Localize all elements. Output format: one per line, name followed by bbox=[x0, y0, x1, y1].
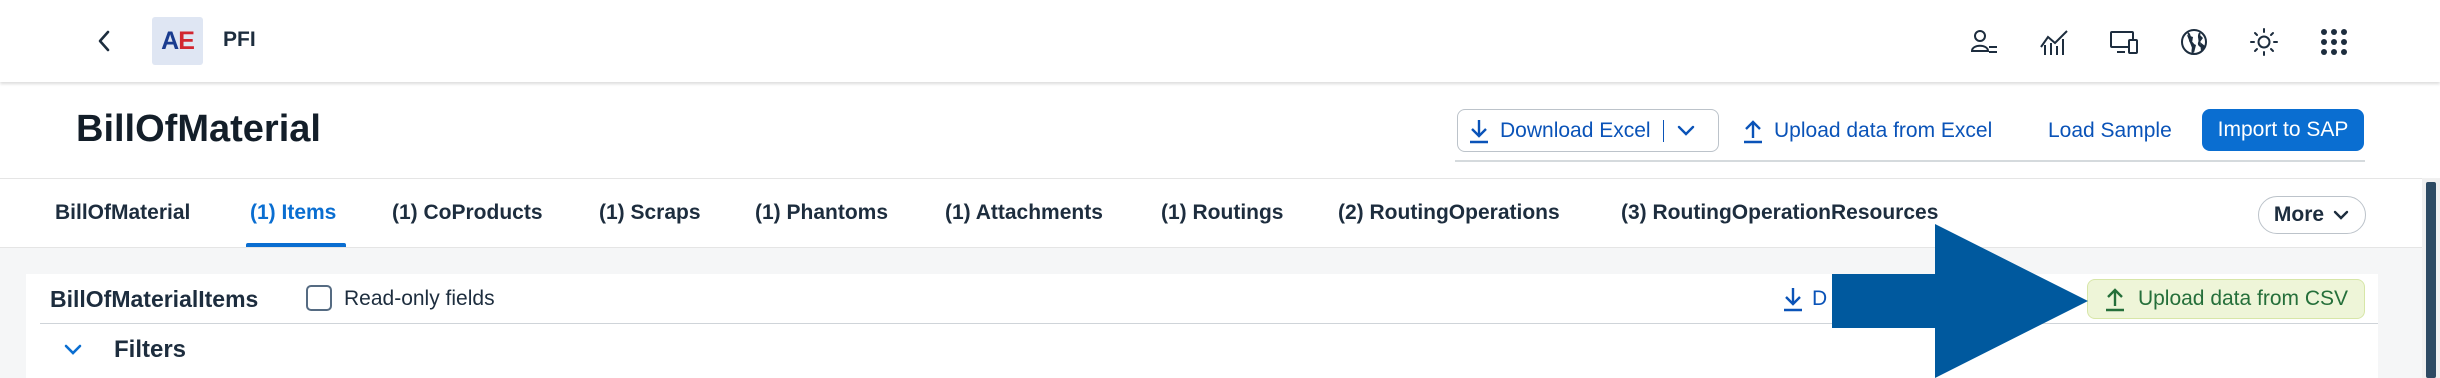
company-logo[interactable]: AE bbox=[152, 17, 203, 65]
chevron-left-icon bbox=[98, 30, 110, 52]
tab-routingoperationresources[interactable]: (3) RoutingOperationResources bbox=[1621, 201, 1938, 225]
tab-routings[interactable]: (1) Routings bbox=[1161, 201, 1283, 225]
load-sample-label: Load Sample bbox=[2048, 118, 2172, 142]
theme-icon[interactable] bbox=[2244, 22, 2284, 62]
tab-items[interactable]: (1) Items bbox=[250, 201, 336, 225]
devices-icon[interactable] bbox=[2104, 22, 2144, 62]
download-partial-label: D bbox=[1812, 287, 1828, 310]
analytics-icon[interactable] bbox=[2034, 22, 2074, 62]
upload-icon bbox=[1744, 119, 1762, 143]
tab-routingoperations[interactable]: (2) RoutingOperations bbox=[1338, 201, 1560, 225]
download-excel-label: Download Excel bbox=[1500, 118, 1651, 142]
upload-excel-button[interactable]: Upload data from Excel bbox=[1742, 109, 1992, 152]
shell-header: AE PFI bbox=[0, 0, 2440, 82]
user-list-icon[interactable] bbox=[1964, 22, 2004, 62]
download-excel-button[interactable]: Download Excel bbox=[1468, 118, 1651, 144]
upload-csv-button[interactable]: Upload data from CSV bbox=[2087, 279, 2365, 319]
download-excel-menu-button[interactable] bbox=[1676, 124, 1696, 138]
globe-icon[interactable] bbox=[2174, 22, 2214, 62]
download-icon bbox=[1470, 119, 1488, 143]
scrollbar-thumb[interactable] bbox=[2426, 182, 2436, 378]
split-separator bbox=[1662, 119, 1664, 142]
filters-label[interactable]: Filters bbox=[114, 336, 186, 364]
more-label: More bbox=[2273, 203, 2325, 226]
download-icon bbox=[1784, 288, 1802, 312]
upload-excel-label: Upload data from Excel bbox=[1774, 118, 1993, 142]
page-title: BillOfMaterial bbox=[76, 108, 321, 150]
import-to-sap-label: Import to SAP bbox=[2217, 118, 2349, 141]
logo-letter-a: A bbox=[161, 26, 179, 55]
readonly-fields-label[interactable]: Read-only fields bbox=[344, 287, 495, 311]
annotation-arrow-icon bbox=[1832, 224, 2088, 378]
chevron-down-icon bbox=[1677, 125, 1694, 136]
load-sample-button[interactable]: Load Sample bbox=[2048, 109, 2172, 152]
tab-scraps[interactable]: (1) Scraps bbox=[599, 201, 701, 225]
tab-billofmaterial[interactable]: BillOfMaterial bbox=[55, 201, 190, 225]
page-header: BillOfMaterial Download Excel Upload dat… bbox=[0, 82, 2440, 178]
tab-attachments[interactable]: (1) Attachments bbox=[945, 201, 1103, 225]
filters-expand-button[interactable] bbox=[60, 337, 86, 363]
apps-grid-icon[interactable] bbox=[2314, 22, 2354, 62]
chevron-down-icon bbox=[2333, 210, 2349, 220]
upload-icon bbox=[2105, 288, 2124, 312]
tab-phantoms[interactable]: (1) Phantoms bbox=[755, 201, 888, 225]
active-tab-indicator bbox=[246, 243, 346, 247]
header-divider bbox=[1455, 160, 2365, 162]
chevron-down-icon bbox=[64, 344, 82, 355]
tab-coproducts[interactable]: (1) CoProducts bbox=[392, 201, 543, 225]
readonly-fields-checkbox[interactable] bbox=[306, 285, 332, 311]
back-button[interactable] bbox=[86, 22, 122, 60]
section-title: BillOfMaterialItems bbox=[50, 286, 259, 312]
more-tabs-button[interactable]: More bbox=[2258, 196, 2366, 234]
download-excel-split-button[interactable]: Download Excel bbox=[1457, 109, 1719, 152]
app-title[interactable]: PFI bbox=[223, 28, 256, 52]
import-to-sap-button[interactable]: Import to SAP bbox=[2202, 109, 2364, 151]
logo-letter-e: E bbox=[178, 26, 195, 55]
upload-csv-label: Upload data from CSV bbox=[2137, 287, 2349, 310]
